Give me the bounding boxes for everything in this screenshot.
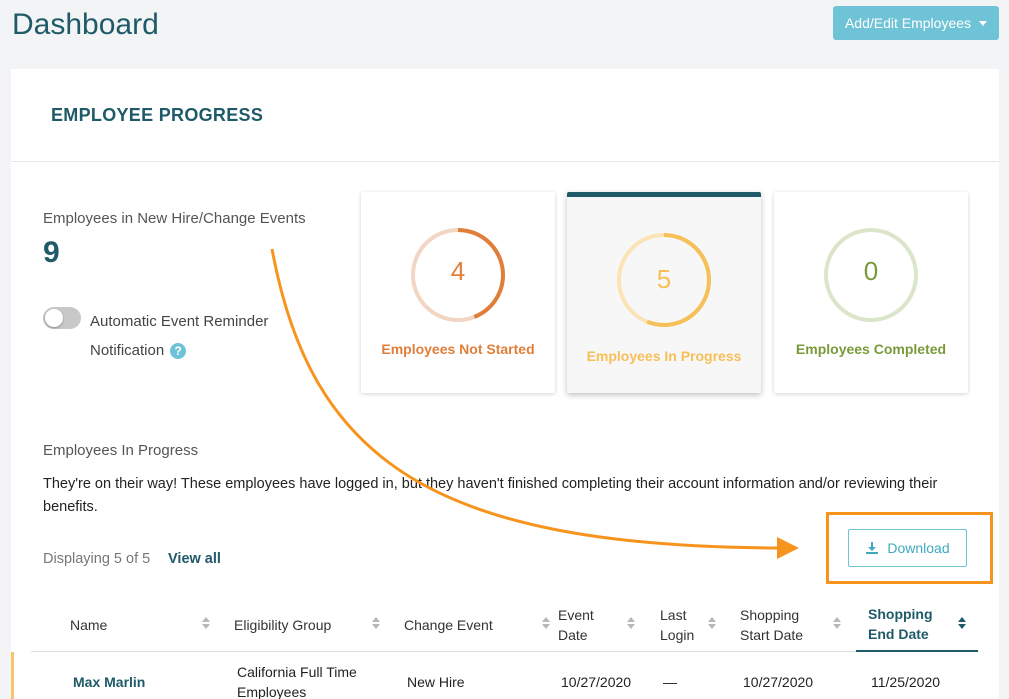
column-header-event-date[interactable]: Event Date: [558, 597, 608, 652]
displaying-count: Displaying 5 of 5: [43, 551, 151, 567]
page-title: Dashboard: [12, 8, 159, 41]
add-edit-employees-button[interactable]: Add/Edit Employees: [833, 6, 999, 40]
in-progress-title: Employees In Progress: [43, 442, 199, 459]
toggle-knob: [45, 309, 63, 327]
column-label: Eligibility Group: [234, 616, 332, 633]
help-icon[interactable]: ?: [170, 343, 187, 360]
employees-table: Name Eligibility Group Change Event Even…: [11, 597, 979, 699]
cell-event-date: 10/27/2020: [561, 674, 632, 690]
sort-icon[interactable]: [202, 615, 210, 631]
stat-card-not-started[interactable]: 4 Employees Not Started: [361, 192, 555, 393]
summary-label: Employees in New Hire/Change Events: [43, 210, 306, 227]
sort-icon[interactable]: [958, 615, 966, 631]
sort-icon[interactable]: [542, 615, 550, 631]
sort-icon[interactable]: [708, 615, 716, 631]
reminder-toggle[interactable]: [43, 307, 81, 329]
stat-card-in-progress[interactable]: 5 Employees In Progress: [567, 192, 761, 393]
cell-shopping-start-date: 10/27/2020: [743, 674, 814, 690]
sort-icon[interactable]: [627, 615, 635, 631]
column-header-last-login[interactable]: Last Login: [660, 597, 705, 652]
stat-label: Employees Completed: [795, 341, 947, 357]
stat-label: Employees In Progress: [586, 348, 742, 364]
cell-last-login: —: [663, 674, 677, 690]
table-row[interactable]: Max Marlin California Full Time Employee…: [11, 652, 979, 699]
view-all-link[interactable]: View all: [168, 551, 221, 567]
sort-icon[interactable]: [833, 615, 841, 631]
stat-value: 0: [863, 256, 879, 286]
column-label: Change Event: [404, 616, 493, 633]
stat-value: 4: [450, 256, 466, 286]
stat-value: 5: [656, 264, 672, 294]
employee-progress-card: EMPLOYEE PROGRESS Employees in New Hire/…: [11, 69, 999, 699]
reminder-toggle-label: Automatic Event Reminder Notification?: [90, 307, 300, 365]
cell-name[interactable]: Max Marlin: [73, 652, 145, 699]
cell-shopping-end-date: 11/25/2020: [871, 674, 941, 690]
section-title: EMPLOYEE PROGRESS: [51, 104, 264, 125]
table-header-row: Name Eligibility Group Change Event Even…: [31, 597, 979, 652]
column-label: Name: [70, 616, 108, 633]
caret-down-icon: [979, 20, 988, 26]
column-header-eligibility-group[interactable]: Eligibility Group: [234, 597, 384, 652]
column-label: Event Date: [558, 606, 594, 643]
column-header-name[interactable]: Name: [70, 597, 220, 652]
stat-card-completed[interactable]: 0 Employees Completed: [774, 192, 968, 393]
card-header: EMPLOYEE PROGRESS: [11, 69, 999, 162]
stat-label: Employees Not Started: [381, 341, 535, 357]
in-progress-description: They're on their way! These employees ha…: [43, 476, 938, 515]
column-label: Shopping End Date: [868, 605, 933, 642]
sort-icon[interactable]: [372, 615, 380, 631]
download-button[interactable]: Download: [848, 529, 967, 567]
column-label: Last Login: [660, 606, 695, 643]
column-header-change-event[interactable]: Change Event: [404, 597, 554, 652]
column-header-shopping-start-date[interactable]: Shopping Start Date: [740, 597, 820, 652]
add-edit-employees-label: Add/Edit Employees: [844, 15, 972, 31]
cell-change-event: New Hire: [407, 674, 465, 690]
summary-count: 9: [43, 236, 60, 269]
cell-eligibility-group: California Full Time Employees: [237, 664, 357, 699]
column-label: Shopping Start Date: [740, 606, 804, 643]
download-icon: [866, 542, 879, 554]
download-label: Download: [887, 540, 950, 556]
